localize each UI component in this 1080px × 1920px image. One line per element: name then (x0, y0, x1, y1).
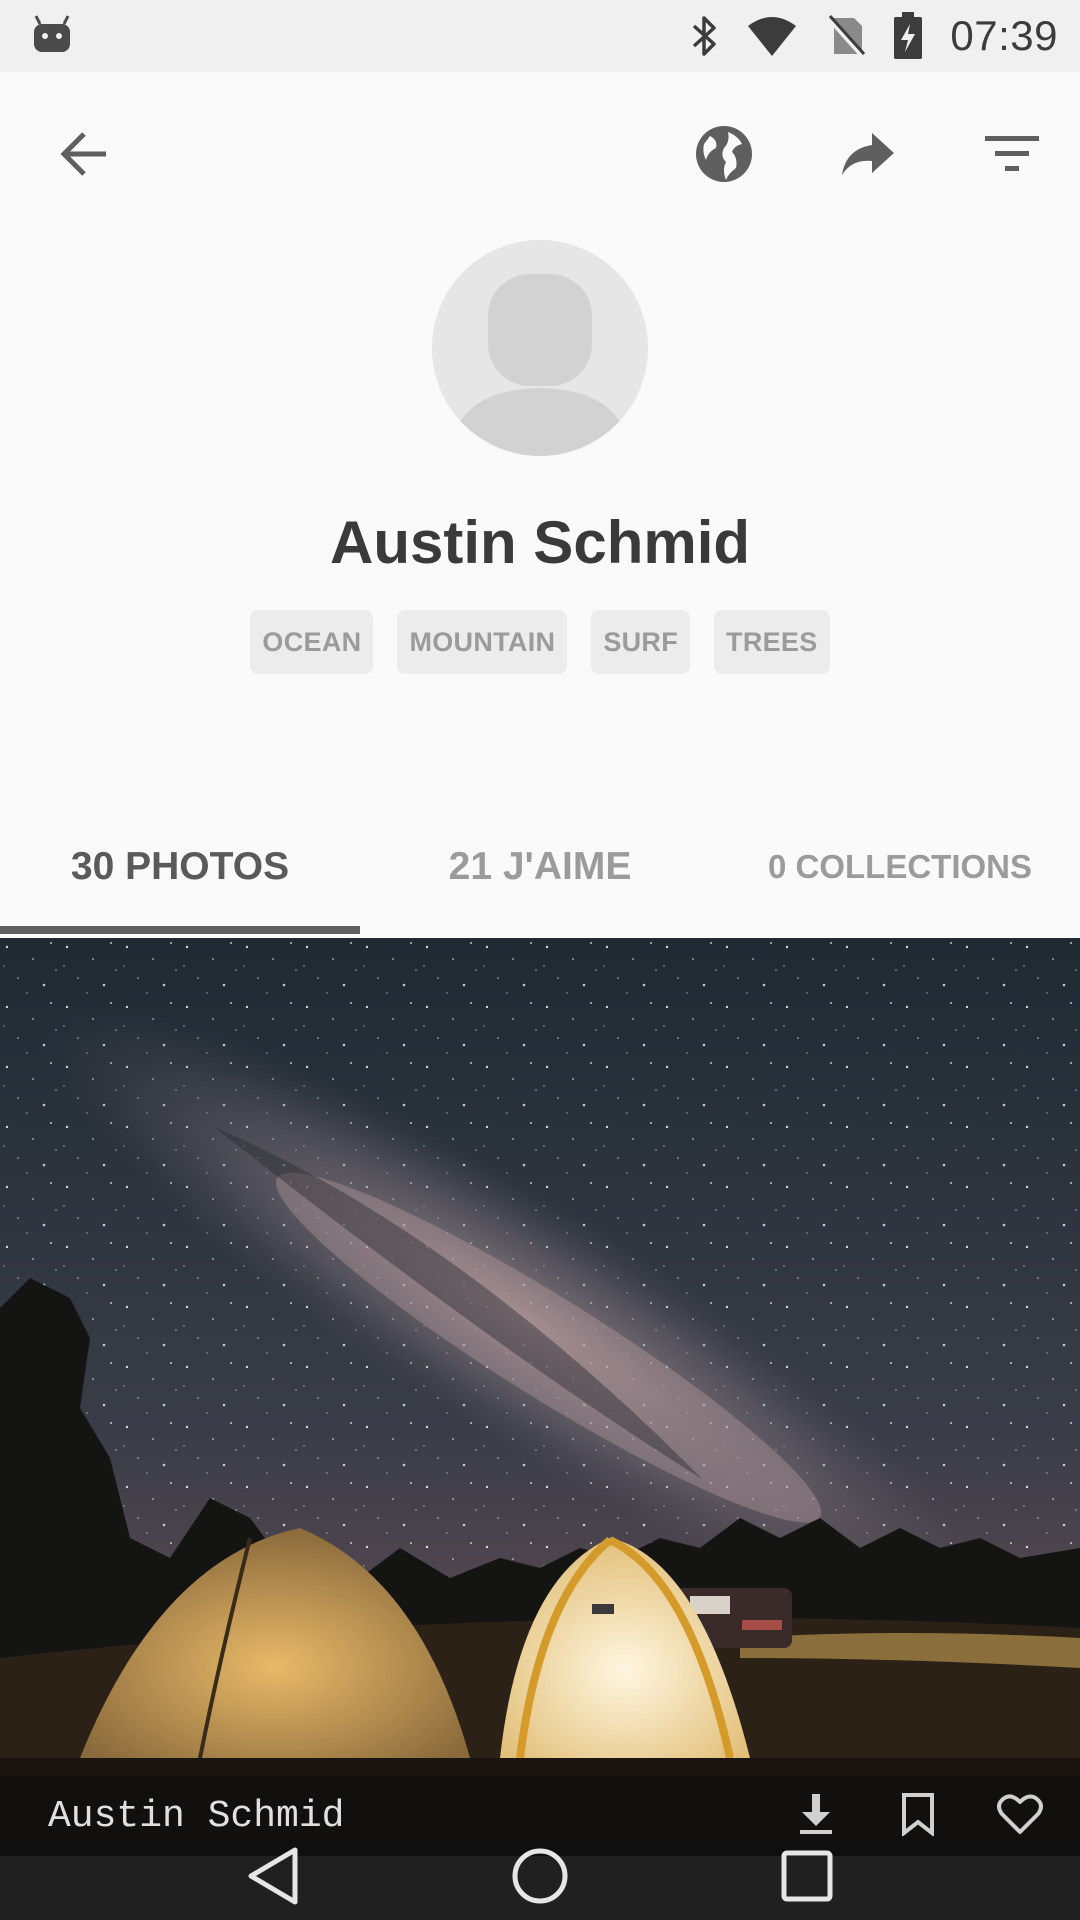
status-time: 07:39 (950, 12, 1058, 59)
tab-photos[interactable]: 30 PHOTOS (0, 800, 360, 934)
navigation-bar (0, 1836, 1080, 1920)
tab-photos-label: 30 PHOTOS (70, 845, 290, 888)
user-placeholder-icon (432, 240, 648, 456)
back-triangle-icon (245, 1846, 301, 1911)
tag-list: OCEAN MOUNTAIN SURF TREES (0, 610, 1080, 674)
battery-charging-icon (892, 12, 924, 60)
filter-icon (983, 132, 1041, 181)
tag-surf[interactable]: SURF (591, 610, 691, 674)
share-icon (838, 129, 898, 184)
no-sim-icon (824, 14, 866, 58)
website-button[interactable] (668, 100, 780, 212)
status-bar: 07:39 (0, 0, 1080, 72)
tag-mountain[interactable]: MOUNTAIN (397, 610, 568, 674)
tab-likes[interactable]: 21 J'AIME (360, 800, 720, 934)
tab-collections-label: 0 COLLECTIONS (767, 848, 1033, 885)
tab-indicator (0, 926, 360, 934)
globe-icon (692, 122, 756, 191)
heart-icon (996, 1792, 1044, 1841)
filter-button[interactable] (956, 100, 1068, 212)
tag-ocean[interactable]: OCEAN (250, 610, 374, 674)
profile-name: Austin Schmid (329, 509, 751, 576)
android-icon (30, 14, 74, 58)
wifi-icon (746, 14, 798, 58)
photo-author[interactable]: Austin Schmid (48, 1795, 344, 1838)
tab-collections[interactable]: 0 COLLECTIONS (720, 800, 1080, 934)
toolbar (0, 72, 1080, 240)
bluetooth-icon (690, 14, 720, 58)
recents-square-icon (779, 1848, 835, 1909)
tag-trees[interactable]: TREES (714, 610, 830, 674)
download-icon (796, 1792, 836, 1841)
nav-home-button[interactable] (485, 1836, 595, 1920)
avatar[interactable] (432, 240, 648, 456)
nav-back-button[interactable] (218, 1836, 328, 1920)
night-camping-photo (0, 938, 1080, 1836)
share-button[interactable] (812, 100, 924, 212)
tab-bar: 30 PHOTOS 21 J'AIME 0 COLLECTIONS (0, 800, 1080, 934)
bookmark-icon (900, 1792, 936, 1841)
photo-card[interactable] (0, 938, 1080, 1836)
home-circle-icon (510, 1846, 570, 1911)
tab-likes-label: 21 J'AIME (448, 845, 632, 888)
back-arrow-icon (56, 126, 112, 187)
back-button[interactable] (28, 100, 140, 212)
nav-recents-button[interactable] (752, 1836, 862, 1920)
